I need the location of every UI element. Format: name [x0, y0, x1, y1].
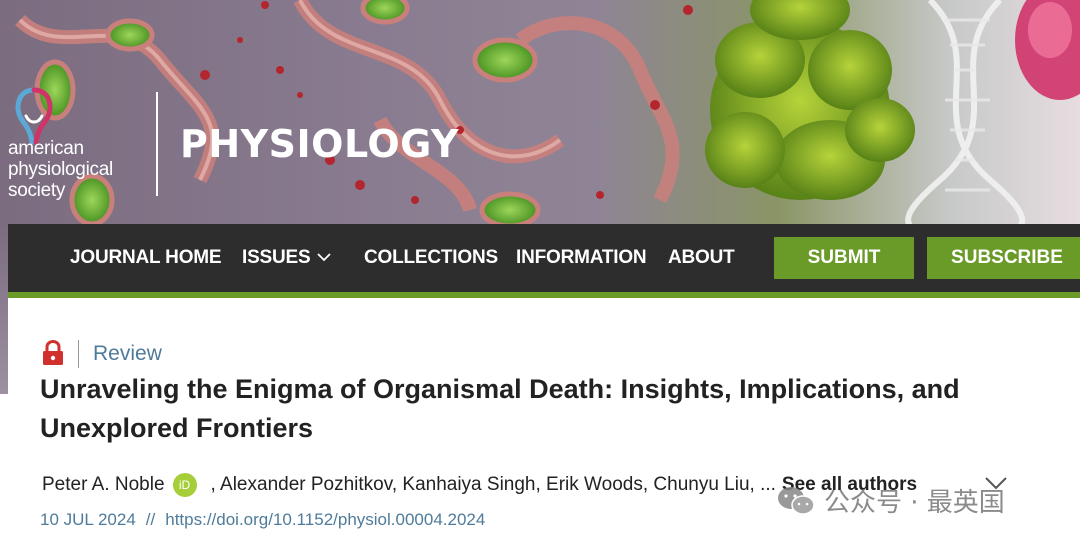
article-meta: 10 JUL 2024 // https://doi.org/10.1152/p…: [40, 510, 485, 530]
nav-accent-line: [8, 292, 1080, 298]
nav-journal-home[interactable]: JOURNAL HOME: [70, 224, 222, 292]
article-type[interactable]: Review: [93, 342, 162, 366]
wechat-icon: [778, 486, 815, 515]
aps-logo-text: american physiological society: [8, 138, 113, 201]
chevron-down-icon: [316, 249, 331, 267]
nav-information[interactable]: INFORMATION: [516, 224, 647, 292]
nav-collections[interactable]: COLLECTIONS: [364, 224, 498, 292]
publish-date: 10 JUL 2024: [40, 510, 136, 529]
first-author[interactable]: Peter A. Noble: [42, 474, 165, 496]
nav-collections-label: COLLECTIONS: [364, 247, 498, 268]
nav-issues-label: ISSUES: [242, 247, 311, 268]
logo-divider: [156, 92, 158, 196]
nav-information-label: INFORMATION: [516, 247, 647, 268]
wechat-watermark: 公众号 · 最英国: [776, 482, 1005, 519]
aps-logo[interactable]: american physiological society: [8, 86, 158, 206]
hero-banner: american physiological society PHYSIOLOG…: [0, 0, 1080, 224]
page: american physiological society PHYSIOLOG…: [0, 0, 1080, 548]
article-title: Unraveling the Enigma of Organismal Deat…: [40, 374, 960, 443]
nav-issues[interactable]: ISSUES: [242, 224, 331, 292]
nav-journal-home-label: JOURNAL HOME: [70, 247, 222, 268]
submit-button[interactable]: SUBMIT: [774, 237, 914, 279]
logo-line-1: american: [8, 138, 84, 159]
logo-line-3: society: [8, 180, 66, 201]
type-separator: [78, 340, 79, 368]
nav-about-label: ABOUT: [668, 247, 735, 268]
left-decorative-strip: [0, 224, 8, 394]
logo-line-2: physiological: [8, 159, 113, 180]
watermark-text: 公众号 · 最英国: [824, 488, 1005, 518]
orcid-icon[interactable]: iD: [172, 473, 197, 497]
hero-illustration: [15, 0, 1080, 224]
other-authors[interactable]: , Alexander Pozhitkov, Kanhaiya Singh, E…: [211, 474, 776, 496]
main-nav: JOURNAL HOME ISSUES COLLECTIONS INFORMAT…: [8, 224, 1080, 292]
journal-title[interactable]: PHYSIOLOGY: [180, 122, 459, 166]
doi-link[interactable]: https://doi.org/10.1152/physiol.00004.20…: [165, 510, 485, 530]
aps-logo-mark-icon: [15, 87, 53, 145]
lock-icon: [43, 340, 63, 365]
meta-separator: //: [145, 510, 156, 529]
nav-about[interactable]: ABOUT: [668, 224, 735, 292]
subscribe-button[interactable]: SUBSCRIBE: [927, 237, 1080, 279]
